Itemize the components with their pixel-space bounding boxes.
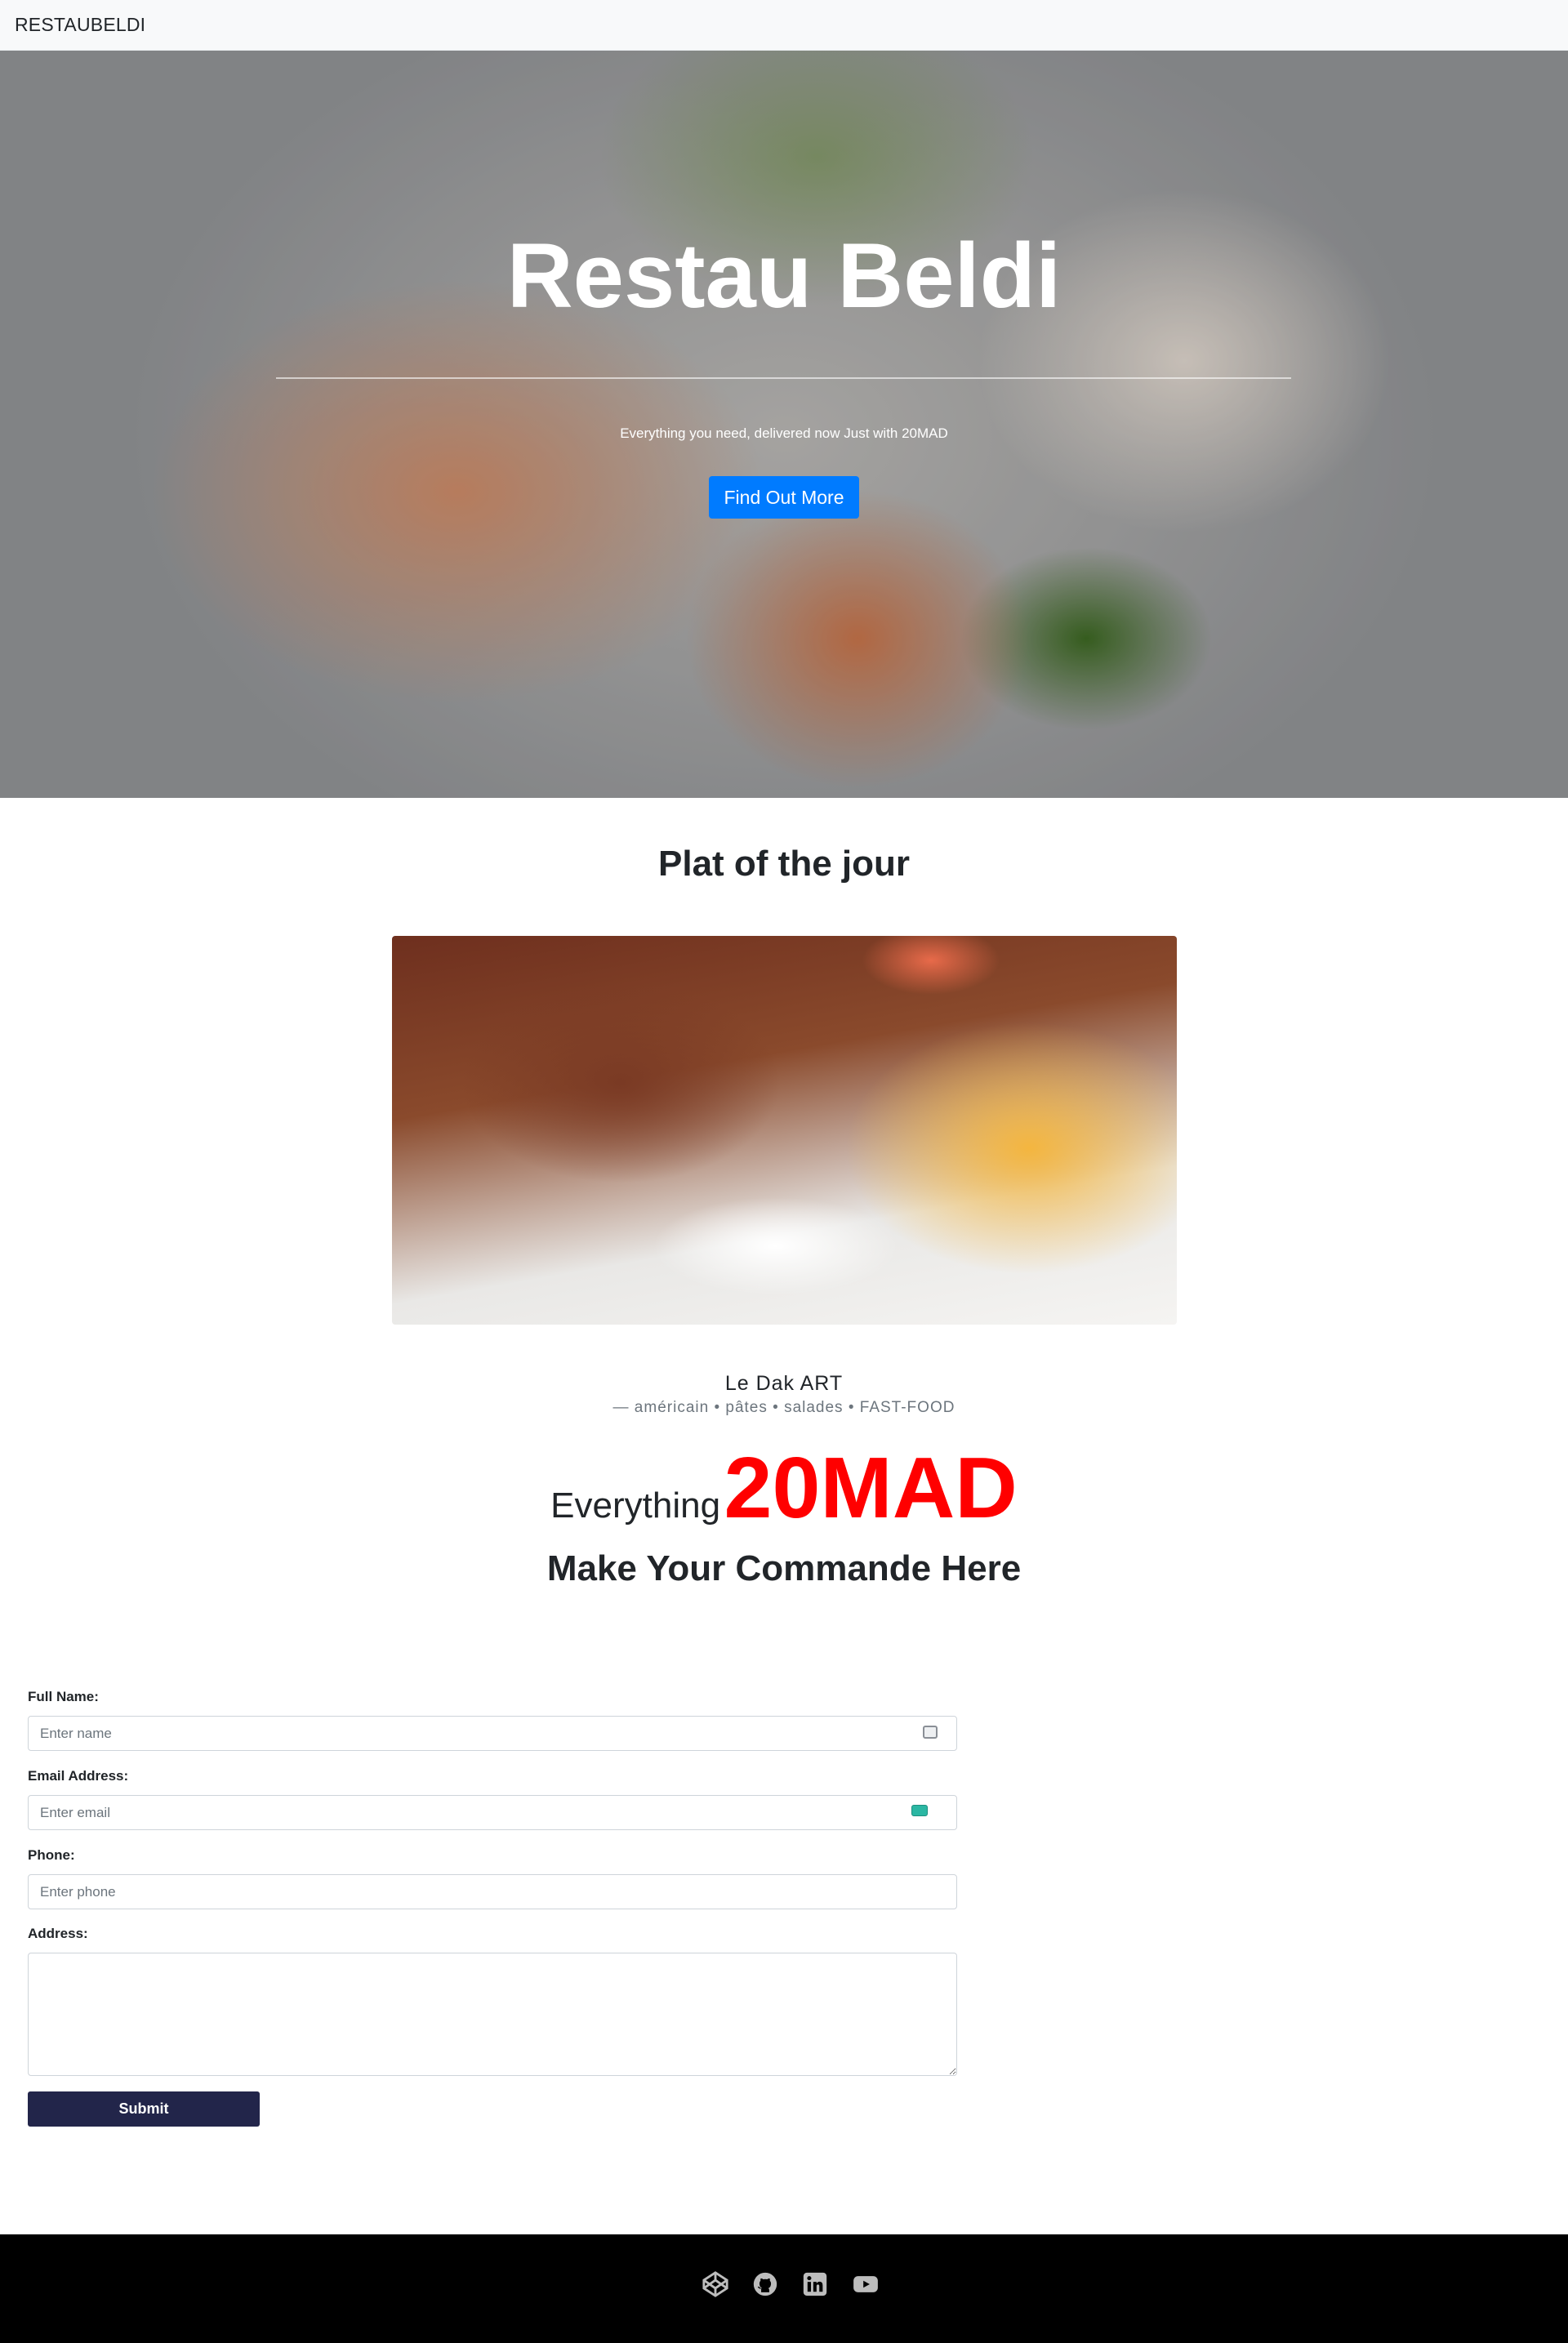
full-name-label: Full Name: — [28, 1689, 99, 1704]
find-out-more-button[interactable]: Find Out More — [709, 476, 859, 519]
price-value: 20MAD — [724, 1440, 1018, 1536]
phone-input[interactable] — [28, 1874, 957, 1909]
github-icon[interactable] — [750, 2269, 781, 2300]
plat-of-the-jour-title: Plat of the jour — [658, 844, 910, 884]
contact-card-icon — [923, 1726, 938, 1739]
address-textarea[interactable] — [28, 1953, 957, 2076]
restaurant-name: Le Dak ART — [724, 1372, 844, 1395]
codepen-icon[interactable] — [700, 2269, 731, 2300]
email-label: Email Address: — [28, 1768, 129, 1784]
hero-title-bold: Restau — [506, 225, 813, 327]
phone-label: Phone: — [28, 1847, 75, 1863]
navbar-brand[interactable]: RESTAUBELDI — [15, 14, 145, 36]
commande-title: Make Your Commande Here — [546, 1548, 1022, 1588]
full-name-input[interactable] — [28, 1716, 957, 1751]
hero-divider — [276, 377, 1291, 379]
navbar: RESTAUBELDI — [0, 0, 1568, 51]
youtube-icon[interactable] — [850, 2269, 881, 2300]
hero-banner-image — [0, 51, 1568, 798]
email-input[interactable] — [28, 1795, 957, 1830]
address-label: Address: — [28, 1926, 88, 1941]
restaurant-tags: — américain • pâtes • salades • FAST-FOO… — [612, 1399, 956, 1416]
hero-overlay — [0, 51, 1568, 798]
price-prefix: Everything — [550, 1486, 721, 1526]
price-line: Everything 20MAD — [0, 1439, 1568, 1538]
hero-title-light: Beldi — [837, 225, 1062, 327]
email-icon — [911, 1805, 928, 1816]
hero-title: Restau Beldi — [0, 230, 1568, 322]
footer — [0, 2234, 1568, 2343]
hero-subtitle: Everything you need, delivered now Just … — [620, 425, 948, 441]
dish-image — [392, 936, 1177, 1325]
submit-button[interactable]: Submit — [28, 2091, 260, 2127]
linkedin-icon[interactable] — [800, 2269, 831, 2300]
